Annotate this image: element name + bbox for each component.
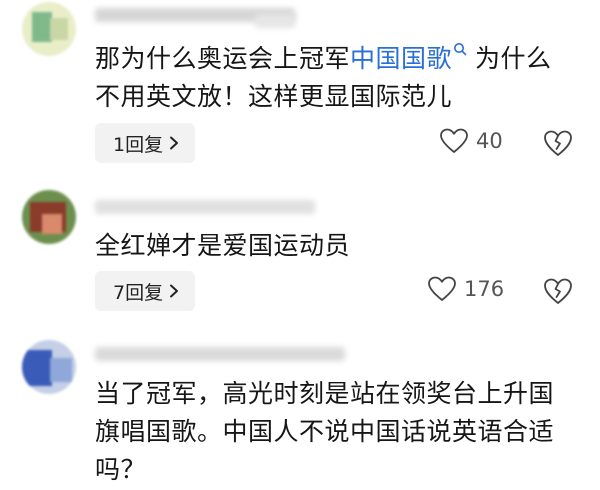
comment-text-line: 不用英文放！这样更显国际范儿 xyxy=(95,82,453,111)
chevron-right-icon xyxy=(170,284,179,298)
comment-item-3: 当了冠军，高光时刻是站在领奖台上升国 旗唱国歌。中国人不说中国话说英语合适 吗？ xyxy=(0,335,600,490)
avatar-pixel xyxy=(32,12,52,42)
comment-text-part: 为什么 xyxy=(475,44,552,73)
like-count: 40 xyxy=(476,129,503,153)
reply-label: 7回复 xyxy=(113,281,164,304)
like-button[interactable]: 40 xyxy=(440,128,503,154)
avatar-pixel xyxy=(22,350,52,386)
avatar-pixel xyxy=(42,214,62,234)
keyword-text: 中国国歌 xyxy=(350,44,453,73)
comment-text: 当了冠军，高光时刻是站在领奖台上升国 旗唱国歌。中国人不说中国话说英语合适 吗？ xyxy=(95,375,590,489)
heart-icon xyxy=(428,276,456,301)
heart-icon xyxy=(440,128,468,153)
comment-text-part: 那为什么奥运会上冠军 xyxy=(95,44,351,73)
reply-button[interactable]: 7回复 xyxy=(95,271,196,311)
avatar[interactable] xyxy=(22,340,76,394)
search-icon xyxy=(454,43,467,56)
chevron-right-icon xyxy=(170,136,179,150)
broken-heart-icon[interactable] xyxy=(543,276,573,306)
comment-text-line: 旗唱国歌。中国人不说中国话说英语合适 xyxy=(95,417,555,446)
comment-text-line: 全红婵才是爱国运动员 xyxy=(95,231,351,260)
comment-text-line: 吗？ xyxy=(95,455,147,484)
like-count: 176 xyxy=(464,277,505,301)
avatar-pixel xyxy=(50,358,72,382)
reply-label: 1回复 xyxy=(113,133,164,156)
reply-button[interactable]: 1回复 xyxy=(95,123,196,163)
username-blurred[interactable] xyxy=(95,347,345,361)
comment-item-1: 那为什么奥运会上冠军中国国歌 为什么 不用英文放！这样更显国际范儿 1回复 40 xyxy=(0,0,600,175)
like-button[interactable]: 176 xyxy=(428,276,504,302)
keyword-link[interactable]: 中国国歌 xyxy=(350,43,475,73)
avatar-pixel xyxy=(50,18,68,40)
username-blurred xyxy=(255,14,295,28)
broken-heart-icon[interactable] xyxy=(543,128,573,158)
comment-text-line: 当了冠军，高光时刻是站在领奖台上升国 xyxy=(95,379,555,408)
avatar[interactable] xyxy=(22,2,76,56)
avatar[interactable] xyxy=(22,190,76,244)
username-blurred[interactable] xyxy=(95,200,315,214)
comment-text: 那为什么奥运会上冠军中国国歌 为什么 不用英文放！这样更显国际范儿 xyxy=(95,40,590,116)
comment-item-2: 全红婵才是爱国运动员 7回复 176 xyxy=(0,175,600,335)
comment-text: 全红婵才是爱国运动员 xyxy=(95,227,590,265)
